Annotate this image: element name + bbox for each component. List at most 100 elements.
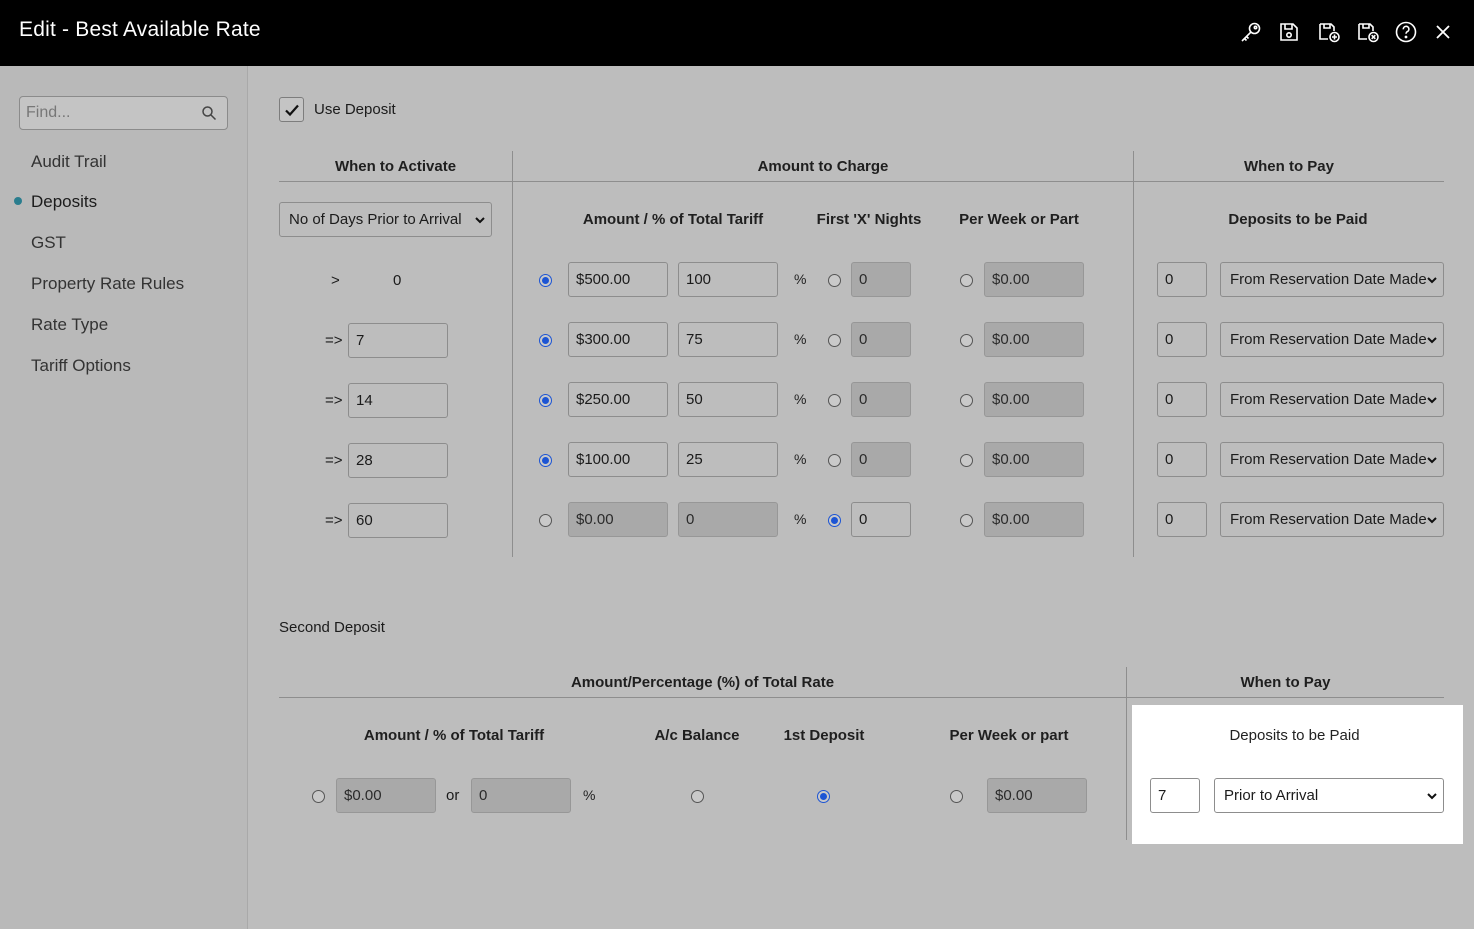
sidebar-item-gst[interactable]: GST [31,233,66,253]
pay-from-select[interactable]: From Reservation Date Made [1220,502,1444,537]
amount-field[interactable]: $500.00 [568,262,668,297]
key-icon[interactable] [1239,20,1263,44]
second-amount-radio[interactable] [312,790,325,803]
percent-field[interactable]: 75 [678,322,778,357]
pay-days-field[interactable]: 0 [1157,442,1207,477]
per-week-field[interactable]: $0.00 [984,442,1084,477]
search-icon[interactable] [201,105,217,121]
percent-field[interactable]: 0 [678,502,778,537]
percent-field[interactable]: 25 [678,442,778,477]
second-per-week-radio[interactable] [950,790,963,803]
sidebar-item-tariff-options[interactable]: Tariff Options [31,356,131,376]
second-pay-days-field[interactable]: 7 [1150,778,1200,813]
amount-field[interactable]: $0.00 [568,502,668,537]
percent-symbol: % [794,331,807,347]
find-input[interactable] [20,97,200,129]
row-operator: => [325,512,343,529]
amount-radio[interactable] [539,334,552,347]
save-and-close-icon[interactable] [1356,20,1380,44]
chevron-down-icon [1427,457,1437,464]
first-deposit-radio[interactable] [817,790,830,803]
nights-radio[interactable] [828,394,841,407]
second-pay-when-value: Prior to Arrival [1224,787,1319,804]
nights-radio[interactable] [828,274,841,287]
save-and-new-icon[interactable] [1317,20,1341,44]
activate-select[interactable]: No of Days Prior to Arrival [279,202,492,237]
nights-field[interactable]: 0 [851,322,911,357]
second-percent-field[interactable]: 0 [471,778,571,813]
per-week-radio[interactable] [960,394,973,407]
days-field[interactable]: 14 [348,383,448,418]
amount-field[interactable]: $250.00 [568,382,668,417]
close-icon[interactable] [1431,20,1455,44]
per-week-field[interactable]: $0.00 [984,502,1084,537]
sidebar-item-deposits[interactable]: Deposits [31,192,97,212]
percent-field[interactable]: 100 [678,262,778,297]
percent-symbol: % [794,271,807,287]
pay-days-field[interactable]: 0 [1157,322,1207,357]
subheader-first-x-nights: First 'X' Nights [816,211,922,228]
per-week-field[interactable]: $0.00 [984,382,1084,417]
use-deposit-checkbox[interactable] [279,97,304,122]
sidebar-item-property-rate-rules[interactable]: Property Rate Rules [31,274,184,294]
days-field[interactable]: 7 [348,323,448,358]
header-amount-pct-total-rate: Amount/Percentage (%) of Total Rate [570,674,835,691]
per-week-radio[interactable] [960,454,973,467]
per-week-field[interactable]: $0.00 [984,322,1084,357]
activate-select-value: No of Days Prior to Arrival [289,211,462,228]
ac-balance-radio[interactable] [691,790,704,803]
second-pay-when-select[interactable]: Prior to Arrival [1214,778,1444,813]
divider [279,697,1444,698]
second-deposit-title: Second Deposit [279,619,385,636]
help-icon[interactable] [1394,20,1418,44]
nights-radio[interactable] [828,334,841,347]
days-field[interactable]: 28 [348,443,448,478]
amount-radio[interactable] [539,394,552,407]
days-field[interactable]: 60 [348,503,448,538]
pay-from-select[interactable]: From Reservation Date Made [1220,322,1444,357]
sidebar-item-audit-trail[interactable]: Audit Trail [31,152,107,172]
pay-days-field[interactable]: 0 [1157,262,1207,297]
pay-from-select[interactable]: From Reservation Date Made [1220,382,1444,417]
save-icon[interactable] [1277,20,1301,44]
per-week-radio[interactable] [960,514,973,527]
percent-field[interactable]: 50 [678,382,778,417]
header-when-to-pay-second: When to Pay [1240,674,1331,691]
amount-radio[interactable] [539,454,552,467]
amount-radio[interactable] [539,274,552,287]
percent-symbol: % [794,511,807,527]
divider [512,151,513,557]
nights-radio[interactable] [828,514,841,527]
subheader-amount-pct: Amount / % of Total Tariff [582,211,764,228]
nights-radio[interactable] [828,454,841,467]
amount-field[interactable]: $300.00 [568,322,668,357]
nights-field[interactable]: 0 [851,442,911,477]
find-field[interactable] [19,96,228,130]
sidebar-item-rate-type[interactable]: Rate Type [31,315,108,335]
pay-days-field[interactable]: 0 [1157,502,1207,537]
nights-field[interactable]: 0 [851,502,911,537]
per-week-field[interactable]: $0.00 [984,262,1084,297]
subheader-first-deposit: 1st Deposit [783,727,865,744]
subheader-ac-balance: A/c Balance [654,727,740,744]
pay-days-field[interactable]: 0 [1157,382,1207,417]
nights-field[interactable]: 0 [851,262,911,297]
pay-from-select[interactable]: From Reservation Date Made [1220,442,1444,477]
chevron-down-icon [1427,793,1437,800]
second-per-week-field[interactable]: $0.00 [987,778,1087,813]
active-indicator [14,197,22,205]
second-amount-field[interactable]: $0.00 [336,778,436,813]
divider [1126,667,1127,840]
row-operator: => [325,392,343,409]
pay-from-select[interactable]: From Reservation Date Made [1220,262,1444,297]
amount-field[interactable]: $100.00 [568,442,668,477]
per-week-radio[interactable] [960,334,973,347]
row-operator: > [331,272,340,289]
chevron-down-icon [1427,517,1437,524]
per-week-radio[interactable] [960,274,973,287]
pay-from-value: From Reservation Date Made [1230,511,1427,528]
subheader-deposits-to-be-paid-second: Deposits to be Paid [1229,727,1360,744]
amount-radio[interactable] [539,514,552,527]
nights-field[interactable]: 0 [851,382,911,417]
divider [279,181,1444,182]
